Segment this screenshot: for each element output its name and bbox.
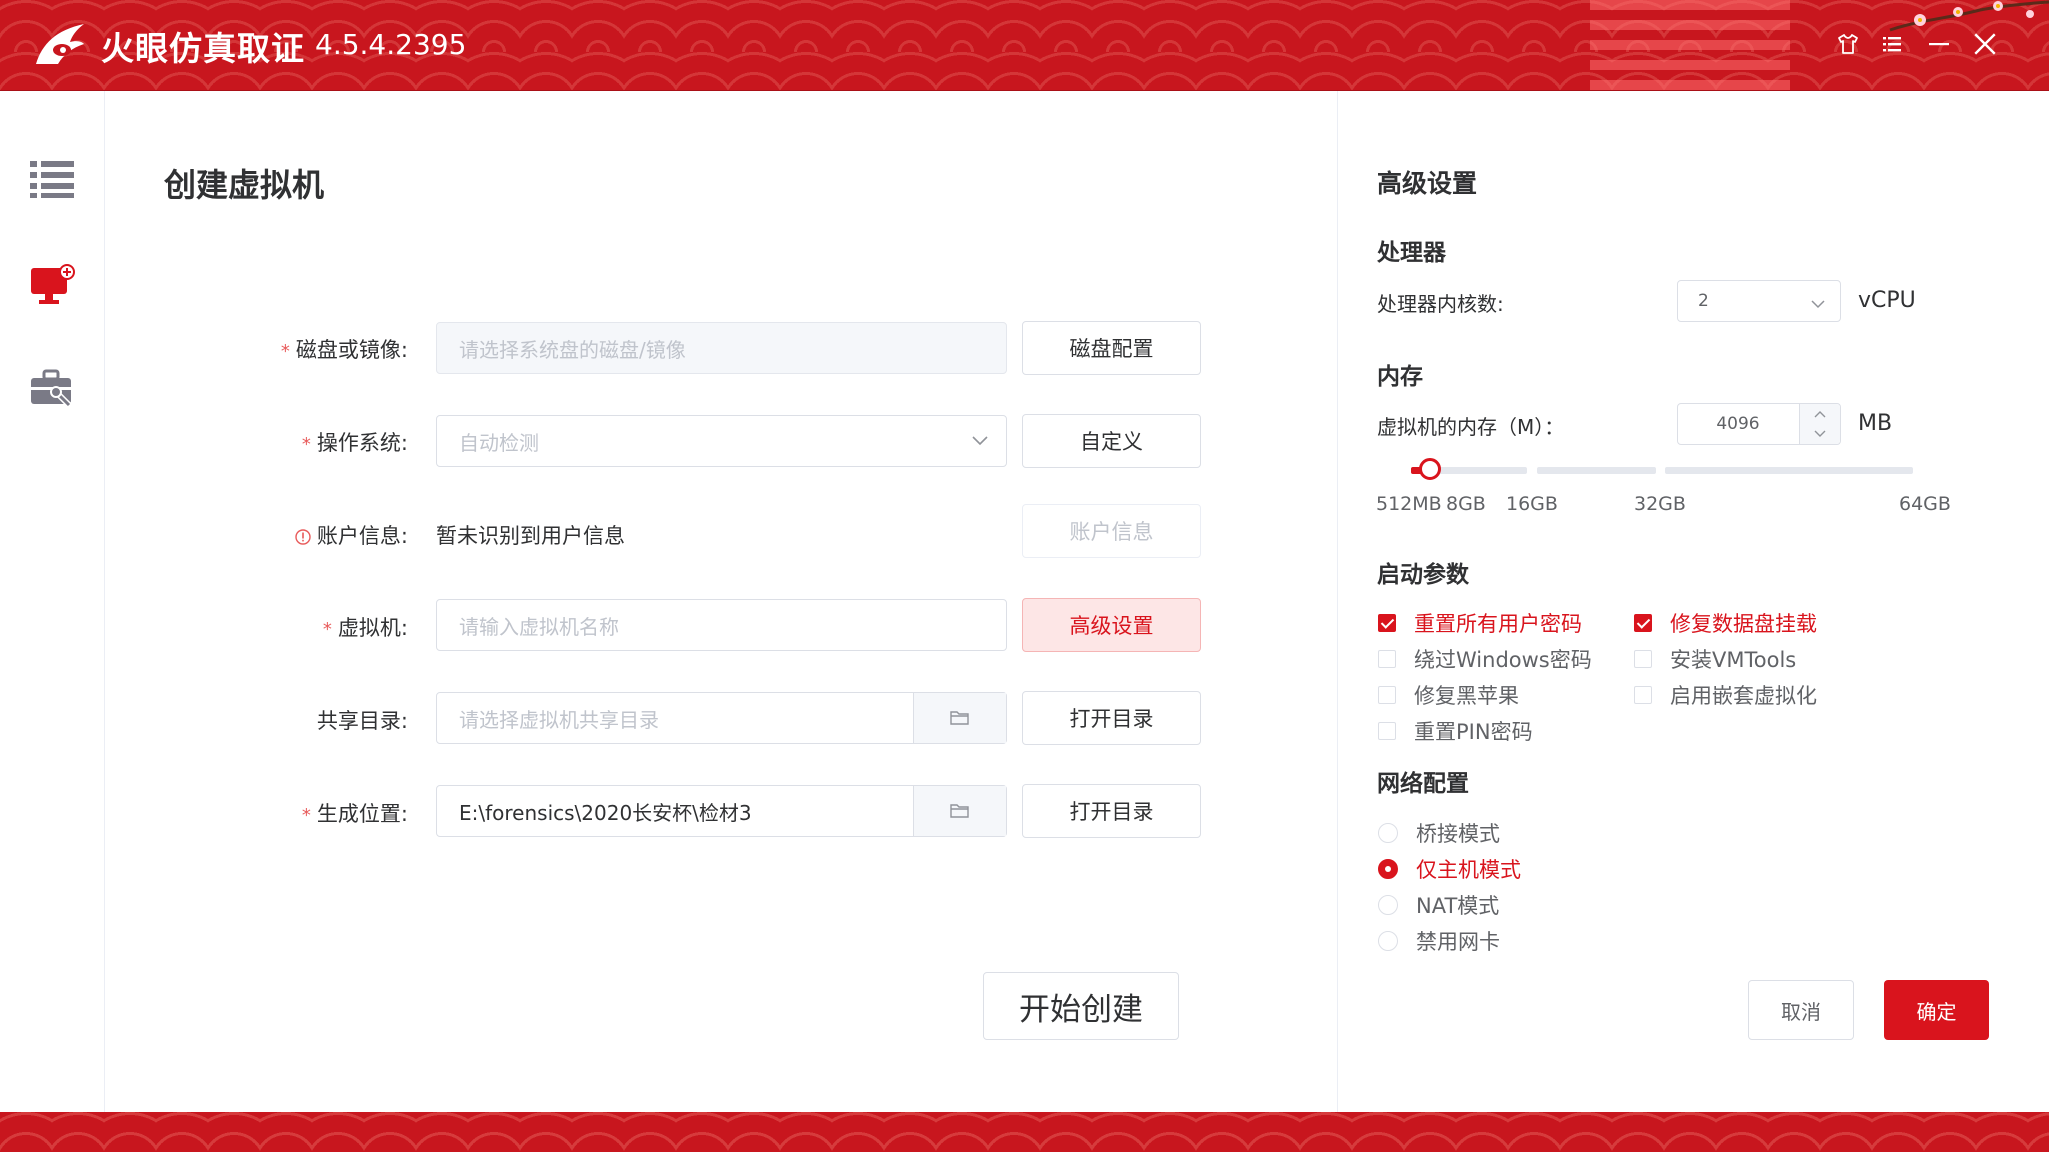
host-only-mode-radio[interactable]: 仅主机模式 bbox=[1378, 854, 1521, 884]
shirt-icon[interactable] bbox=[1830, 26, 1866, 62]
share-dir-label: 共享目录: bbox=[316, 709, 408, 733]
slider-segment bbox=[1537, 467, 1656, 474]
vm-name-label: * 虚拟机: bbox=[322, 616, 408, 640]
start-create-button[interactable]: 开始创建 bbox=[983, 972, 1179, 1040]
cpu-unit: vCPU bbox=[1858, 288, 1916, 313]
network-section-title: 网络配置 bbox=[1377, 771, 1469, 797]
repair-hackintosh-checkbox[interactable]: 修复黑苹果 bbox=[1378, 680, 1519, 710]
disable-nic-radio[interactable]: 禁用网卡 bbox=[1378, 926, 1500, 956]
vm-name-input[interactable]: 请输入虚拟机名称 bbox=[436, 599, 1007, 651]
repair-data-disk-checkbox[interactable]: 修复数据盘挂载 bbox=[1634, 608, 1817, 638]
app-logo bbox=[36, 24, 84, 64]
page-title: 创建虚拟机 bbox=[164, 166, 325, 204]
open-output-dir-button[interactable]: 打开目录 bbox=[1022, 784, 1201, 838]
minimize-icon[interactable] bbox=[1921, 26, 1957, 62]
increase-icon[interactable] bbox=[1799, 404, 1840, 425]
list-icon[interactable] bbox=[24, 151, 80, 207]
cancel-button[interactable]: 取消 bbox=[1748, 980, 1854, 1040]
left-nav bbox=[0, 91, 105, 1112]
slider-tick-label: 16GB bbox=[1506, 493, 1558, 515]
nat-mode-radio[interactable]: NAT模式 bbox=[1378, 890, 1499, 920]
share-dir-input[interactable]: 请选择虚拟机共享目录 bbox=[436, 692, 1007, 744]
os-custom-button[interactable]: 自定义 bbox=[1022, 414, 1201, 468]
disk-select[interactable]: 请选择系统盘的磁盘/镜像 bbox=[436, 322, 1007, 374]
os-select[interactable]: 自动检测 bbox=[436, 415, 1007, 467]
slider-tick-label: 32GB bbox=[1634, 493, 1686, 515]
advanced-title: 高级设置 bbox=[1377, 169, 1478, 198]
install-vmtools-checkbox[interactable]: 安装VMTools bbox=[1634, 644, 1796, 674]
slider-thumb[interactable] bbox=[1419, 458, 1441, 480]
disk-config-button[interactable]: 磁盘配置 bbox=[1022, 321, 1201, 375]
output-location-label: * 生成位置: bbox=[301, 802, 408, 826]
title-bar: 火眼仿真取证 4.5.4.2395 bbox=[0, 0, 2049, 91]
bridge-mode-radio[interactable]: 桥接模式 bbox=[1378, 818, 1500, 848]
slider-segment bbox=[1665, 467, 1913, 474]
create-vm-icon[interactable] bbox=[24, 258, 80, 314]
bypass-windows-password-checkbox[interactable]: 绕过Windows密码 bbox=[1378, 644, 1592, 674]
account-label: 账户信息: bbox=[168, 520, 408, 550]
cpu-cores-label: 处理器内核数: bbox=[1377, 292, 1504, 316]
cpu-section-title: 处理器 bbox=[1377, 240, 1446, 266]
slider-tick-label: 64GB bbox=[1899, 493, 1951, 515]
folder-icon[interactable] bbox=[913, 693, 1006, 743]
slider-tick-label: 8GB bbox=[1446, 493, 1486, 515]
account-info-button[interactable]: 账户信息 bbox=[1022, 504, 1201, 558]
reset-pin-checkbox[interactable]: 重置PIN密码 bbox=[1378, 716, 1533, 746]
toolbox-icon[interactable] bbox=[24, 361, 80, 417]
memory-label: 虚拟机的内存（M）： bbox=[1377, 415, 1565, 439]
open-share-dir-button[interactable]: 打开目录 bbox=[1022, 691, 1201, 745]
app-version: 4.5.4.2395 bbox=[315, 28, 467, 61]
footer-decoration bbox=[0, 1112, 2049, 1152]
menu-icon[interactable] bbox=[1874, 26, 1910, 62]
output-location-input[interactable]: E:\forensics\2020长安杯\检材3 bbox=[436, 785, 1007, 837]
info-icon bbox=[295, 529, 311, 545]
reset-user-password-checkbox[interactable]: 重置所有用户密码 bbox=[1378, 608, 1582, 638]
slider-tick-label: 512MB bbox=[1376, 493, 1442, 515]
chevron-down-icon bbox=[1811, 300, 1825, 309]
memory-unit: MB bbox=[1858, 411, 1893, 436]
memory-stepper[interactable]: 4096 bbox=[1677, 403, 1841, 445]
close-icon[interactable] bbox=[1967, 26, 2003, 62]
app-name: 火眼仿真取证 bbox=[101, 29, 305, 68]
os-label: * 操作系统: bbox=[301, 431, 408, 455]
cpu-cores-select[interactable]: 2 bbox=[1677, 280, 1841, 322]
chevron-down-icon bbox=[972, 436, 988, 446]
advanced-settings-button[interactable]: 高级设置 bbox=[1022, 598, 1201, 652]
confirm-button[interactable]: 确定 bbox=[1884, 980, 1989, 1040]
memory-section-title: 内存 bbox=[1377, 364, 1423, 390]
decrease-icon[interactable] bbox=[1799, 424, 1840, 444]
boot-section-title: 启动参数 bbox=[1377, 562, 1469, 588]
nested-virtualization-checkbox[interactable]: 启用嵌套虚拟化 bbox=[1634, 680, 1817, 710]
disk-label: * 磁盘或镜像: bbox=[280, 338, 408, 362]
account-info-value: 暂未识别到用户信息 bbox=[436, 524, 625, 548]
folder-icon[interactable] bbox=[913, 786, 1006, 836]
